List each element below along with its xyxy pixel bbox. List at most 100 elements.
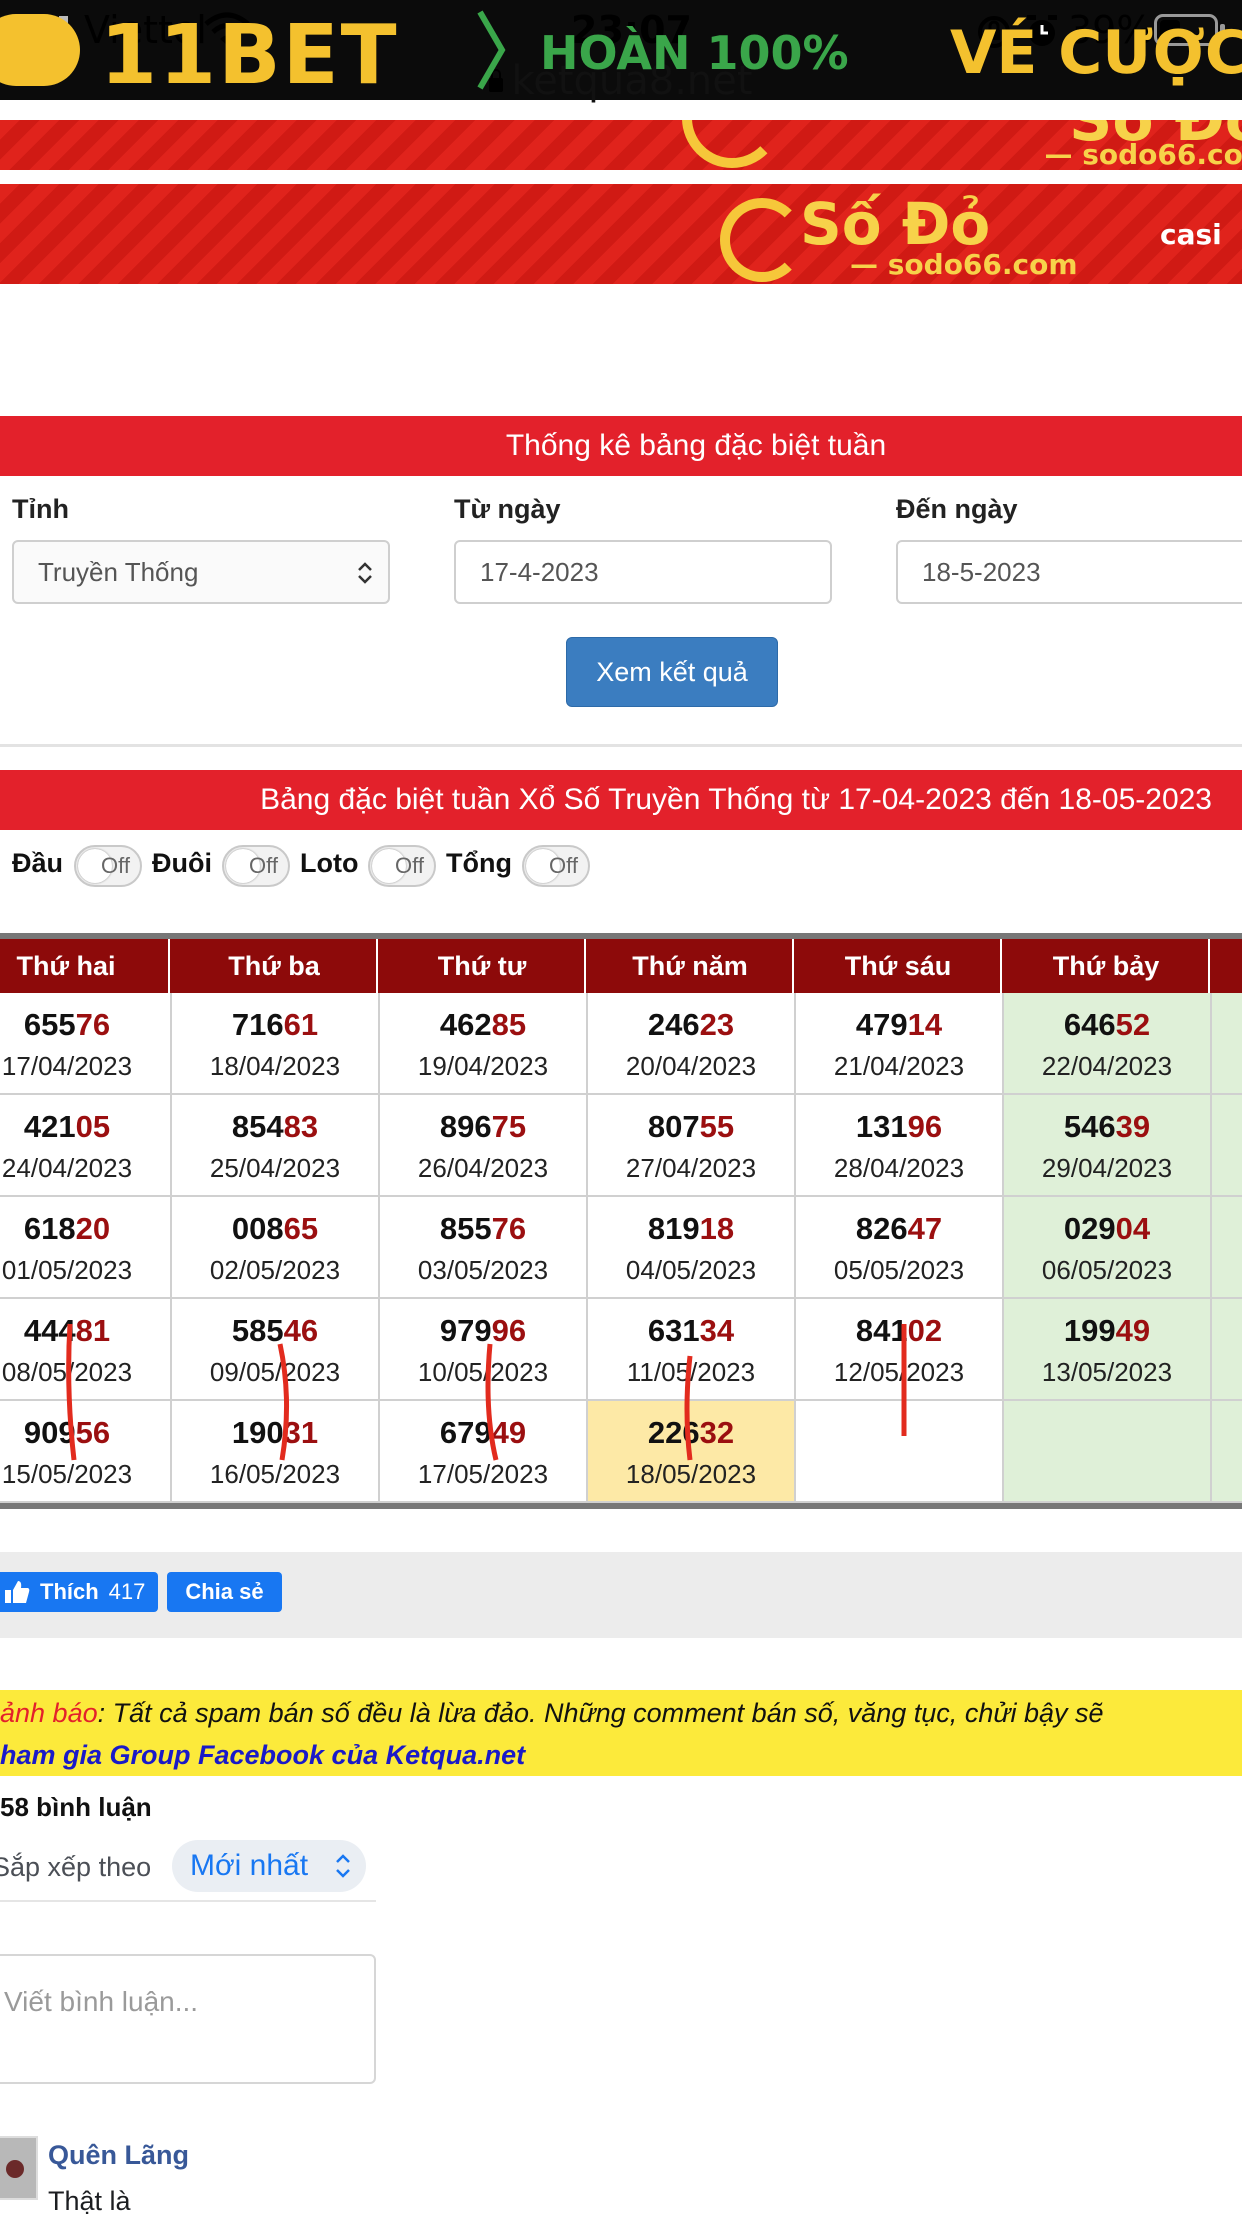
draw-date: 01/05/2023 xyxy=(1,1255,133,1285)
facebook-share-button[interactable]: Chia sẻ xyxy=(167,1572,282,1612)
special-number: 24623 xyxy=(588,1007,794,1043)
special-number: 81918 xyxy=(588,1211,794,1247)
divider xyxy=(0,1900,376,1902)
number-tail: 75 xyxy=(491,1109,527,1144)
sort-select[interactable]: Mới nhất xyxy=(172,1840,366,1892)
draw-date: 13/05/2023 xyxy=(1041,1357,1173,1387)
sort-label: Sắp xếp theo xyxy=(0,1852,152,1882)
comment-author[interactable]: Quên Lãng xyxy=(48,2140,189,2171)
warning-text: : Tất cả spam bán số đều là lừa đảo. Nhữ… xyxy=(97,1698,1104,1728)
avatar[interactable] xyxy=(0,2136,38,2200)
comment-placeholder: Viết bình luận... xyxy=(4,1986,199,2017)
number-tail: 52 xyxy=(1115,1007,1151,1042)
sodo-banner-top[interactable]: Số Đỏ — sodo66.com xyxy=(0,120,1242,170)
draw-date: 24/04/2023 xyxy=(1,1153,133,1183)
comment-count: 58 bình luận xyxy=(0,1792,152,1822)
number-head: 421 xyxy=(23,1109,76,1144)
special-number: 85483 xyxy=(172,1109,378,1145)
toggle-label-tail: Đuôi xyxy=(152,848,212,878)
result-cell-cutoff xyxy=(1212,1401,1242,1503)
special-number: 00865 xyxy=(172,1211,378,1247)
facebook-like-button[interactable]: Thích 417 xyxy=(0,1572,158,1612)
result-cell: 85576 03/05/2023 xyxy=(380,1197,588,1299)
special-number: 89675 xyxy=(380,1109,586,1145)
number-tail: 85 xyxy=(491,1007,527,1042)
number-tail: 76 xyxy=(75,1007,111,1042)
result-title: Bảng đặc biệt tuần Xổ Số Truyền Thống từ… xyxy=(260,783,1212,816)
special-number: 13196 xyxy=(796,1109,1002,1145)
select-arrows-icon xyxy=(358,562,372,584)
draw-date: 27/04/2023 xyxy=(625,1153,757,1183)
toggle-tail[interactable]: Off xyxy=(222,845,290,887)
draw-date: 22/04/2023 xyxy=(1041,1051,1173,1081)
special-number: 46285 xyxy=(380,1007,586,1043)
number-head: 826 xyxy=(855,1211,908,1246)
special-number: 80755 xyxy=(588,1109,794,1145)
form-title-bar: Thống kê bảng đặc biệt tuần xyxy=(0,416,1242,476)
toggle-label-head: Đầu xyxy=(12,848,64,878)
draw-date: 17/04/2023 xyxy=(1,1051,133,1081)
result-cell: 85483 25/04/2023 xyxy=(172,1095,380,1197)
11bet-slogan: HOÀN 100% xyxy=(540,26,849,80)
special-number: 71661 xyxy=(172,1007,378,1043)
11bet-slogan-2: VÉ CƯỢC xyxy=(950,18,1242,88)
number-head: 819 xyxy=(647,1211,700,1246)
divider xyxy=(0,744,1242,747)
to-date-input[interactable]: 18-5-2023 xyxy=(896,540,1242,604)
comment-text: Thật là xyxy=(48,2186,131,2216)
draw-date: 04/05/2023 xyxy=(625,1255,757,1285)
number-head: 855 xyxy=(439,1211,492,1246)
facebook-group-link[interactable]: ham gia Group Facebook của Ketqua.net xyxy=(0,1740,525,1771)
sodo-site-text: — sodo66.com xyxy=(850,248,1078,281)
result-cell: 42105 24/04/2023 xyxy=(0,1095,172,1197)
view-results-button[interactable]: Xem kết quả xyxy=(566,637,778,707)
thumbs-up-icon xyxy=(5,1581,30,1603)
toggle-label-sum: Tổng xyxy=(446,848,512,878)
draw-date: 21/04/2023 xyxy=(833,1051,965,1081)
to-date-label: Đến ngày xyxy=(896,494,1018,524)
result-cell: 81918 04/05/2023 xyxy=(588,1197,796,1299)
result-cell: 02904 06/05/2023 xyxy=(1004,1197,1212,1299)
special-number: 85576 xyxy=(380,1211,586,1247)
special-number: 47914 xyxy=(796,1007,1002,1043)
column-header: Thứ ba xyxy=(172,939,378,993)
special-number: 19949 xyxy=(1004,1313,1210,1349)
draw-date: 06/05/2023 xyxy=(1041,1255,1173,1285)
result-cell: 65576 17/04/2023 xyxy=(0,993,172,1095)
result-cell: 54639 29/04/2023 xyxy=(1004,1095,1212,1197)
sodo-site-text: — sodo66.com xyxy=(1044,138,1242,170)
handwritten-marks xyxy=(66,1323,907,1461)
number-tail: 76 xyxy=(491,1211,527,1246)
result-cell: 00865 02/05/2023 xyxy=(172,1197,380,1299)
result-cell-cutoff xyxy=(1212,1095,1242,1197)
result-cell: 80755 27/04/2023 xyxy=(588,1095,796,1197)
number-tail: 18 xyxy=(699,1211,735,1246)
result-cell: 46285 19/04/2023 xyxy=(380,993,588,1095)
province-select[interactable]: Truyền Thống xyxy=(12,540,390,604)
result-cell: 89675 26/04/2023 xyxy=(380,1095,588,1197)
sort-value: Mới nhất xyxy=(190,1849,309,1882)
draw-date: 29/04/2023 xyxy=(1041,1153,1173,1183)
number-head: 854 xyxy=(231,1109,284,1144)
toggle-label-loto: Loto xyxy=(300,848,359,878)
draw-date: 02/05/2023 xyxy=(209,1255,341,1285)
number-tail: 65 xyxy=(283,1211,319,1246)
from-date-input[interactable]: 17-4-2023 xyxy=(454,540,832,604)
draw-date: 26/04/2023 xyxy=(417,1153,549,1183)
draw-date: 03/05/2023 xyxy=(417,1255,549,1285)
comment-input[interactable]: Viết bình luận... xyxy=(0,1954,376,2084)
table-bottom-border xyxy=(0,1503,1242,1509)
toggle-loto[interactable]: Off xyxy=(368,845,436,887)
result-cell-cutoff xyxy=(1212,993,1242,1095)
number-tail: 05 xyxy=(75,1109,111,1144)
toggle-sum[interactable]: Off xyxy=(522,845,590,887)
special-number: 64652 xyxy=(1004,1007,1210,1043)
province-value: Truyền Thống xyxy=(38,556,199,587)
column-header-cutoff xyxy=(1212,939,1242,993)
draw-date: 05/05/2023 xyxy=(833,1255,965,1285)
result-cell: 47914 21/04/2023 xyxy=(796,993,1004,1095)
toggle-head[interactable]: Off xyxy=(74,845,142,887)
number-head: 716 xyxy=(231,1007,284,1042)
sodo-banner[interactable]: Số Đỏ casi — sodo66.com xyxy=(0,184,1242,284)
column-header: Thứ sáu xyxy=(796,939,1002,993)
